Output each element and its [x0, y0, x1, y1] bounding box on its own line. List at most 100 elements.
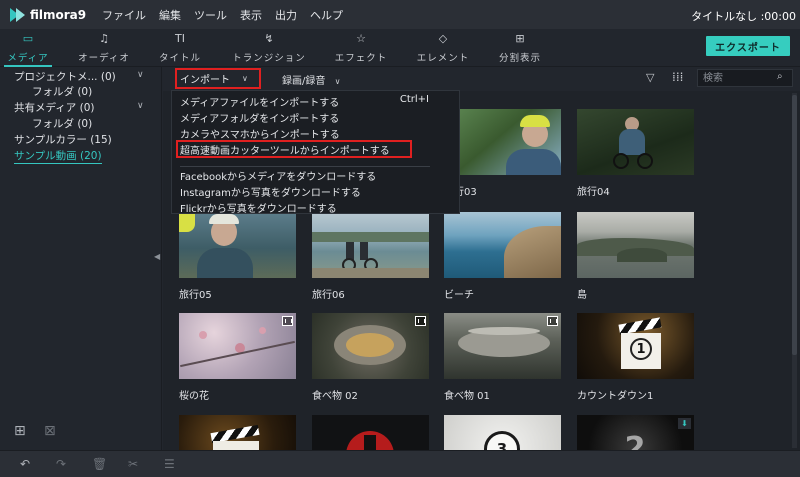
undo-icon[interactable]: ↶	[20, 457, 30, 471]
export-button[interactable]: エクスポート	[706, 36, 790, 56]
module-toolbar: ▭ メディア ♫ オーディオ TI タイトル ↯ トランジション ☆ エフェクト…	[0, 29, 800, 67]
document-title: タイトルなし :00:00	[691, 10, 796, 23]
transition-icon: ↯	[264, 32, 274, 45]
menu-tools[interactable]: ツール	[194, 7, 227, 23]
video-thumbnail[interactable]: 2 ⬇	[577, 415, 694, 450]
video-thumbnail[interactable]: 1	[577, 313, 694, 379]
chevron-down-icon: ∨	[242, 74, 248, 83]
tree-shared-media[interactable]: 共有メディア (0)	[14, 100, 94, 115]
tab-titles[interactable]: TI タイトル	[152, 29, 208, 66]
media-item[interactable]: 桜の花	[179, 313, 296, 402]
tree-folder[interactable]: フォルダ (0)	[32, 84, 92, 99]
media-item[interactable]	[179, 415, 296, 450]
menu-export[interactable]: 出力	[275, 7, 297, 23]
video-thumbnail[interactable]	[179, 415, 296, 450]
video-type-icon	[415, 316, 426, 326]
video-thumbnail[interactable]	[444, 109, 561, 175]
video-thumbnail[interactable]	[444, 212, 561, 278]
menu-item-download-instagram[interactable]: Instagramから写真をダウンロードする	[180, 184, 361, 199]
media-caption: 旅行03	[444, 187, 477, 198]
media-item[interactable]: 食べ物 02	[312, 313, 429, 402]
video-type-icon	[282, 316, 293, 326]
tab-split-screen[interactable]: ⊞ 分割表示	[494, 29, 546, 66]
media-caption: 旅行04	[577, 187, 610, 198]
effects-icon: ☆	[356, 32, 366, 45]
tree-project-media[interactable]: プロジェクトメ... (0)	[14, 69, 116, 84]
redo-icon[interactable]: ↷	[56, 457, 66, 471]
app-logo: filmora9	[10, 7, 90, 23]
scrollbar-thumb[interactable]	[792, 95, 797, 355]
menu-item-import-media-folder[interactable]: メディアフォルダをインポートする	[180, 110, 339, 125]
media-library-sidebar: プロジェクトメ... (0) ∨ フォルダ (0) 共有メディア (0) ∨ フ…	[0, 67, 162, 450]
tab-media[interactable]: ▭ メディア	[4, 29, 52, 67]
video-thumbnail[interactable]	[179, 313, 296, 379]
split-screen-icon: ⊞	[515, 32, 525, 45]
menu-view[interactable]: 表示	[240, 7, 262, 23]
filter-icon[interactable]: ▽	[646, 71, 654, 84]
remove-folder-icon[interactable]: ⊠	[44, 423, 56, 439]
tab-elements[interactable]: ◇ エレメント	[412, 29, 474, 66]
tab-label: トランジション	[232, 53, 306, 64]
video-thumbnail[interactable]	[444, 313, 561, 379]
media-caption: 旅行06	[312, 290, 345, 301]
tree-sample-colors[interactable]: サンプルカラー (15)	[14, 132, 112, 147]
text-icon: TI	[175, 32, 185, 45]
download-icon[interactable]: ⬇	[678, 418, 691, 429]
delete-icon[interactable]: 🗑	[92, 457, 107, 471]
import-shortcut: Ctrl+I	[399, 94, 429, 105]
media-caption: カウントダウン1	[577, 391, 654, 402]
media-item[interactable]: ビーチ	[444, 212, 561, 301]
cut-icon[interactable]: ✂	[128, 457, 138, 471]
media-caption: 島	[577, 290, 587, 301]
highlight-box	[176, 140, 412, 158]
menu-edit[interactable]: 編集	[159, 7, 181, 23]
media-item[interactable]: 旅行03	[444, 109, 561, 198]
tab-label: エフェクト	[334, 53, 388, 64]
menu-help[interactable]: ヘルプ	[310, 7, 343, 23]
video-thumbnail[interactable]	[577, 212, 694, 278]
collapse-panel-icon[interactable]: ◀	[154, 252, 160, 261]
search-icon[interactable]: ⌕	[777, 71, 783, 82]
video-thumbnail[interactable]	[179, 212, 296, 278]
adjust-icon[interactable]: ☰	[164, 457, 175, 471]
media-item[interactable]: 島	[577, 212, 694, 301]
media-item[interactable]: 2 ⬇	[577, 415, 694, 450]
media-caption: 旅行05	[179, 290, 212, 301]
tree-sample-videos[interactable]: サンプル動画 (20)	[14, 148, 102, 164]
chevron-down-icon[interactable]: ∨	[137, 70, 144, 80]
video-thumbnail[interactable]: 3	[444, 415, 561, 450]
media-item[interactable]: 旅行04	[577, 109, 694, 198]
menu-bar: ファイル 編集 ツール 表示 出力 ヘルプ	[102, 7, 356, 23]
record-dropdown[interactable]: 録画/録音 ∨	[282, 72, 340, 87]
menu-item-download-facebook[interactable]: Facebookからメディアをダウンロードする	[180, 168, 376, 183]
tab-audio[interactable]: ♫ オーディオ	[72, 29, 136, 66]
import-dropdown[interactable]: インポート ∨	[175, 68, 261, 89]
timeline-toolbar: ↶ ↷ 🗑 ✂ ☰	[0, 450, 800, 477]
menu-item-import-from-camera[interactable]: カメラやスマホからインポートする	[180, 126, 340, 141]
video-thumbnail[interactable]	[312, 313, 429, 379]
video-thumbnail[interactable]	[312, 212, 429, 278]
media-item[interactable]: 3	[444, 415, 561, 450]
elements-icon: ◇	[438, 32, 448, 45]
add-folder-icon[interactable]: ⊞	[14, 423, 26, 439]
tab-effects[interactable]: ☆ エフェクト	[330, 29, 392, 66]
media-item[interactable]	[312, 415, 429, 450]
tab-label: 分割表示	[498, 53, 541, 64]
grid-view-icon[interactable]: ⁞⁞⁞	[672, 70, 683, 84]
media-item[interactable]: 1 カウントダウン1	[577, 313, 694, 402]
media-item[interactable]: 旅行06	[312, 212, 429, 301]
media-item[interactable]: 食べ物 01	[444, 313, 561, 402]
video-thumbnail[interactable]	[577, 109, 694, 175]
menu-item-import-media-files[interactable]: メディアファイルをインポートする	[180, 94, 339, 109]
chevron-down-icon[interactable]: ∨	[137, 101, 144, 111]
tab-transitions[interactable]: ↯ トランジション	[226, 29, 312, 66]
import-label: インポート	[180, 75, 230, 86]
media-item[interactable]: 旅行05	[179, 212, 296, 301]
menu-file[interactable]: ファイル	[102, 7, 146, 23]
video-thumbnail[interactable]	[312, 415, 429, 450]
tree-folder[interactable]: フォルダ (0)	[32, 116, 92, 131]
chevron-down-icon: ∨	[334, 77, 341, 86]
media-caption: ビーチ	[444, 290, 474, 301]
media-caption: 食べ物 01	[444, 391, 490, 402]
menu-item-download-flickr[interactable]: Flickrから写真をダウンロードする	[180, 200, 337, 215]
